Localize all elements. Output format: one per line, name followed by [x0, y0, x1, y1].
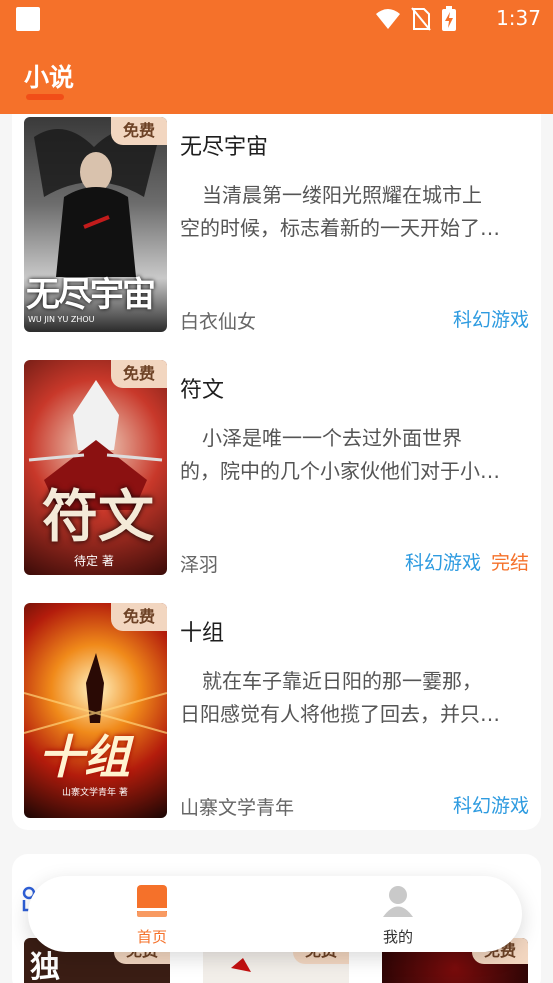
cover-title: 符文	[42, 484, 154, 550]
app-square-icon	[16, 7, 40, 31]
genre-tag[interactable]: 科幻游戏	[453, 791, 529, 818]
title-underline	[26, 94, 64, 100]
book-description: 当清晨第一缕阳光照耀在城市上 空的时候，标志着新的一天开始了…	[180, 179, 532, 245]
status-tag: 完结	[490, 552, 529, 574]
desc-line: 小泽是唯一一个去过外面世界	[202, 426, 462, 450]
free-badge: 免费	[111, 603, 167, 631]
page-title[interactable]: 小说	[24, 58, 74, 94]
app-header: 小说	[0, 38, 553, 114]
book-author: 山寨文学青年	[180, 797, 295, 819]
book-cover[interactable]: 符文 待定 著 免费	[24, 360, 167, 575]
book-description: 就在车子靠近日阳的那一霎那， 日阳感觉有人将他揽了回去，并只…	[180, 665, 532, 731]
cover-title: 无尽宇宙	[26, 275, 156, 315]
cover-subtitle: 待定 著	[74, 554, 114, 568]
book-item[interactable]: 符文 待定 著 免费 符文 小泽是唯一一个去过外面世界 的，院中的几个小家伙他们…	[24, 360, 532, 576]
book-title[interactable]: 无尽宇宙	[180, 129, 268, 161]
desc-line: 就在车子靠近日阳的那一霎那，	[202, 669, 482, 693]
book-tags: 科幻游戏	[453, 305, 529, 332]
book-icon	[137, 885, 167, 917]
book-list-card: 无尽宇宙 WU JIN YU ZHOU 免费 无尽宇宙 当清晨第一缕阳光照耀在城…	[12, 114, 541, 830]
cover-subtitle: WU JIN YU ZHOU	[28, 315, 95, 324]
book-author: 白衣仙女	[180, 311, 257, 333]
user-icon	[383, 886, 413, 917]
free-badge: 免费	[111, 360, 167, 388]
desc-line: 日阳感觉有人将他揽了回去，并只…	[180, 702, 500, 726]
book-item[interactable]: 十组 山寨文学青年 著 免费 十组 就在车子靠近日阳的那一霎那， 日阳感觉有人将…	[24, 603, 532, 819]
bottom-nav: 首页 我的	[28, 876, 522, 952]
book-description: 小泽是唯一一个去过外面世界 的，院中的几个小家伙他们对于小…	[180, 422, 532, 488]
nav-label-home: 首页	[136, 928, 167, 946]
status-time: 1:37	[496, 6, 541, 30]
wifi-icon	[376, 9, 400, 29]
book-tags: 科幻游戏 完结	[405, 548, 529, 575]
book-cover[interactable]: 无尽宇宙 WU JIN YU ZHOU 免费	[24, 117, 167, 332]
genre-tag[interactable]: 科幻游戏	[453, 305, 529, 332]
cover-subtitle: 山寨文学青年 著	[62, 788, 128, 798]
cover-title: 十组	[38, 730, 130, 784]
nav-label-mine: 我的	[382, 928, 413, 946]
status-icons	[375, 6, 457, 32]
status-bar: 1:37	[0, 0, 553, 38]
nav-item-mine[interactable]: 我的	[358, 884, 438, 947]
battery-charging-icon	[442, 6, 456, 31]
free-badge: 免费	[111, 117, 167, 145]
book-author: 泽羽	[180, 554, 219, 576]
genre-tag[interactable]: 科幻游戏	[405, 548, 481, 575]
desc-line: 当清晨第一缕阳光照耀在城市上	[202, 183, 482, 207]
book-item[interactable]: 无尽宇宙 WU JIN YU ZHOU 免费 无尽宇宙 当清晨第一缕阳光照耀在城…	[24, 117, 532, 333]
nav-item-home[interactable]: 首页	[112, 884, 192, 947]
book-title[interactable]: 符文	[180, 372, 224, 404]
book-cover[interactable]: 十组 山寨文学青年 著 免费	[24, 603, 167, 818]
no-sim-icon	[411, 7, 431, 31]
desc-line: 的，院中的几个小家伙他们对于小…	[180, 459, 500, 483]
desc-line: 空的时候，标志着新的一天开始了…	[180, 216, 500, 240]
book-title[interactable]: 十组	[180, 615, 224, 647]
book-tags: 科幻游戏	[453, 791, 529, 818]
